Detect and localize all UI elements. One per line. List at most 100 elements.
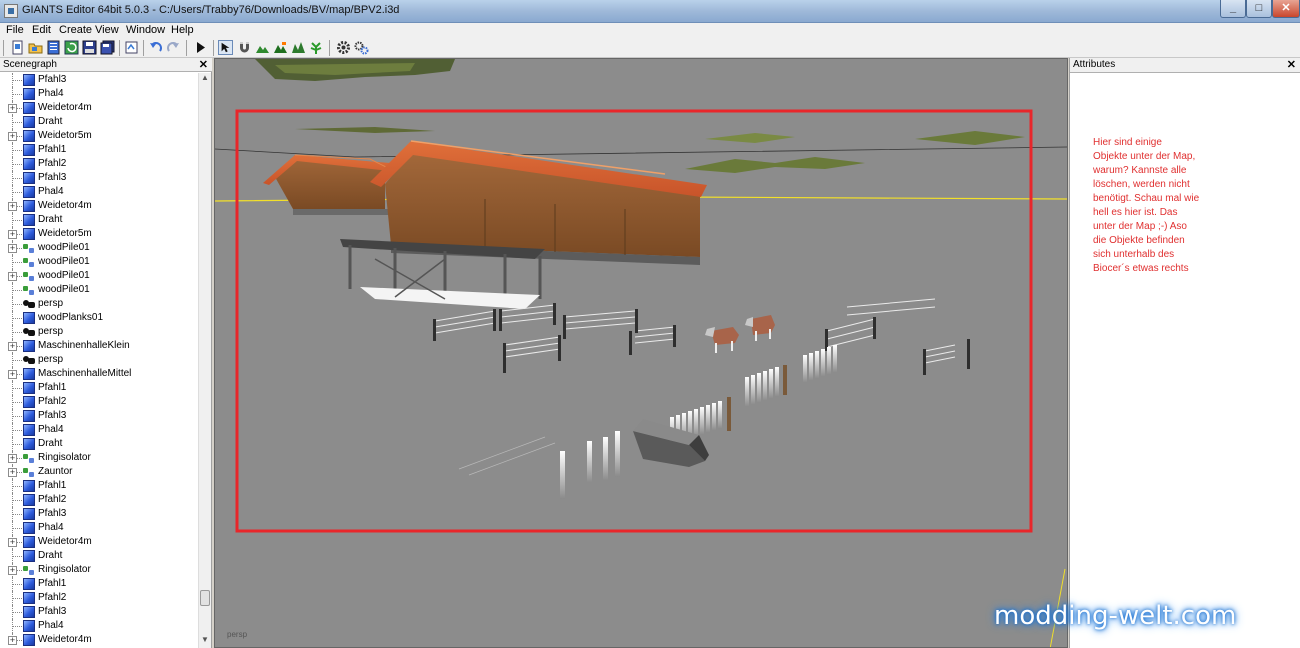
tree-item[interactable]: + Ringisolator: [0, 451, 198, 465]
maximize-button[interactable]: □: [1246, 0, 1272, 18]
tree-item[interactable]: Pfahl2: [0, 157, 198, 171]
tree-item[interactable]: Phal4: [0, 521, 198, 535]
play-icon[interactable]: [193, 40, 208, 55]
shape-cube-icon: [23, 550, 35, 562]
expand-toggle-icon[interactable]: +: [8, 636, 17, 645]
scroll-thumb[interactable]: [200, 590, 210, 606]
3d-viewport[interactable]: persp: [214, 58, 1068, 648]
menu-create[interactable]: Create: [59, 24, 92, 36]
attributes-close-button[interactable]: ✕: [1287, 58, 1296, 71]
scenegraph-tree[interactable]: Pfahl3 Phal4 + Weidetor4m Draht + Weidetor5m Pf…: [0, 73, 198, 646]
scenegraph-scrollbar[interactable]: ▲ ▼: [198, 73, 211, 648]
menu-edit[interactable]: Edit: [32, 24, 51, 36]
minimize-button[interactable]: _: [1220, 0, 1246, 18]
annotation-line: benötigt. Schau mal wie: [1093, 193, 1200, 204]
cogs-icon[interactable]: [354, 40, 369, 55]
tree-item[interactable]: + Weidetor4m: [0, 101, 198, 115]
tree-item[interactable]: + Weidetor4m: [0, 535, 198, 549]
sculpt-icon[interactable]: [291, 40, 306, 55]
tree-item[interactable]: + MaschinenhalleKlein: [0, 339, 198, 353]
tree-item[interactable]: woodPile01: [0, 255, 198, 269]
expand-toggle-icon[interactable]: +: [8, 468, 17, 477]
menu-file[interactable]: File: [6, 24, 24, 36]
foliage-icon[interactable]: [309, 40, 324, 55]
tree-item[interactable]: + MaschinenhalleMittel: [0, 367, 198, 381]
tree-item[interactable]: Pfahl2: [0, 591, 198, 605]
expand-toggle-icon[interactable]: +: [8, 538, 17, 547]
tree-item[interactable]: Phal4: [0, 185, 198, 199]
tree-item[interactable]: Pfahl1: [0, 143, 198, 157]
open-icon[interactable]: [28, 40, 43, 55]
menu-help[interactable]: Help: [171, 24, 194, 36]
shape-cube-icon: [23, 172, 35, 184]
viewport-scene: [215, 59, 1067, 647]
tree-item[interactable]: Draht: [0, 115, 198, 129]
tree-item[interactable]: persp: [0, 297, 198, 311]
tree-item[interactable]: persp: [0, 353, 198, 367]
expand-toggle-icon[interactable]: +: [8, 132, 17, 141]
tree-item[interactable]: Draht: [0, 213, 198, 227]
save-list-icon[interactable]: [46, 40, 61, 55]
expand-toggle-icon[interactable]: +: [8, 342, 17, 351]
tree-item[interactable]: + woodPile01: [0, 241, 198, 255]
tree-item[interactable]: + Weidetor5m: [0, 129, 198, 143]
tree-item[interactable]: woodPlanks01: [0, 311, 198, 325]
tree-item[interactable]: Phal4: [0, 619, 198, 633]
terrain-paint-icon[interactable]: [273, 40, 288, 55]
tree-item[interactable]: + Weidetor4m: [0, 633, 198, 646]
tree-item[interactable]: Phal4: [0, 423, 198, 437]
new-icon[interactable]: [10, 40, 25, 55]
save-all-icon[interactable]: [100, 40, 115, 55]
tree-item[interactable]: Draht: [0, 549, 198, 563]
tree-item[interactable]: + Weidetor4m: [0, 199, 198, 213]
magnet-icon[interactable]: [237, 40, 252, 55]
expand-toggle-icon[interactable]: +: [8, 566, 17, 575]
expand-toggle-icon[interactable]: +: [8, 272, 17, 281]
tree-item[interactable]: Pfahl1: [0, 479, 198, 493]
fence-post-wood: [783, 365, 787, 395]
camera-icon: [23, 298, 35, 310]
expand-toggle-icon[interactable]: +: [8, 230, 17, 239]
export-icon[interactable]: [124, 40, 139, 55]
tree-item[interactable]: Pfahl1: [0, 577, 198, 591]
expand-toggle-icon[interactable]: +: [8, 104, 17, 113]
scenegraph-close-button[interactable]: ✕: [199, 58, 208, 71]
menu-view[interactable]: View: [95, 24, 119, 36]
terrain-icon[interactable]: [255, 40, 270, 55]
white-posts: [560, 345, 837, 499]
scroll-up-arrow[interactable]: ▲: [201, 73, 209, 82]
tree-item[interactable]: Pfahl2: [0, 395, 198, 409]
tree-item[interactable]: Pfahl2: [0, 493, 198, 507]
undo-icon[interactable]: [148, 40, 163, 55]
tree-item-label: Pfahl3: [38, 172, 67, 183]
tree-item[interactable]: Pfahl3: [0, 73, 198, 87]
scroll-down-arrow[interactable]: ▼: [201, 635, 209, 644]
save-icon[interactable]: [82, 40, 97, 55]
tree-item[interactable]: + Weidetor5m: [0, 227, 198, 241]
tree-item[interactable]: Pfahl3: [0, 507, 198, 521]
expand-toggle-icon[interactable]: +: [8, 244, 17, 253]
tree-item[interactable]: + woodPile01: [0, 269, 198, 283]
close-button[interactable]: ✕: [1272, 0, 1300, 18]
select-mode-icon[interactable]: [218, 40, 233, 55]
expand-toggle-icon[interactable]: +: [8, 454, 17, 463]
shape-cube-icon: [23, 494, 35, 506]
tree-item[interactable]: persp: [0, 325, 198, 339]
tree-item[interactable]: Pfahl3: [0, 605, 198, 619]
tree-item[interactable]: Pfahl1: [0, 381, 198, 395]
expand-toggle-icon[interactable]: +: [8, 202, 17, 211]
title-bar[interactable]: GIANTS Editor 64bit 5.0.3 - C:/Users/Tra…: [0, 0, 1300, 23]
tree-item[interactable]: + Ringisolator: [0, 563, 198, 577]
tree-item[interactable]: Pfahl3: [0, 409, 198, 423]
tree-item[interactable]: Phal4: [0, 87, 198, 101]
menu-window[interactable]: Window: [126, 24, 165, 36]
tree-item[interactable]: Draht: [0, 437, 198, 451]
expand-toggle-icon[interactable]: +: [8, 370, 17, 379]
tree-item[interactable]: woodPile01: [0, 283, 198, 297]
refresh-icon[interactable]: [64, 40, 79, 55]
redo-icon[interactable]: [166, 40, 181, 55]
settings-gear-icon[interactable]: [336, 40, 351, 55]
tree-item[interactable]: Pfahl3: [0, 171, 198, 185]
tree-guide-line: [12, 444, 22, 445]
tree-item[interactable]: + Zauntor: [0, 465, 198, 479]
